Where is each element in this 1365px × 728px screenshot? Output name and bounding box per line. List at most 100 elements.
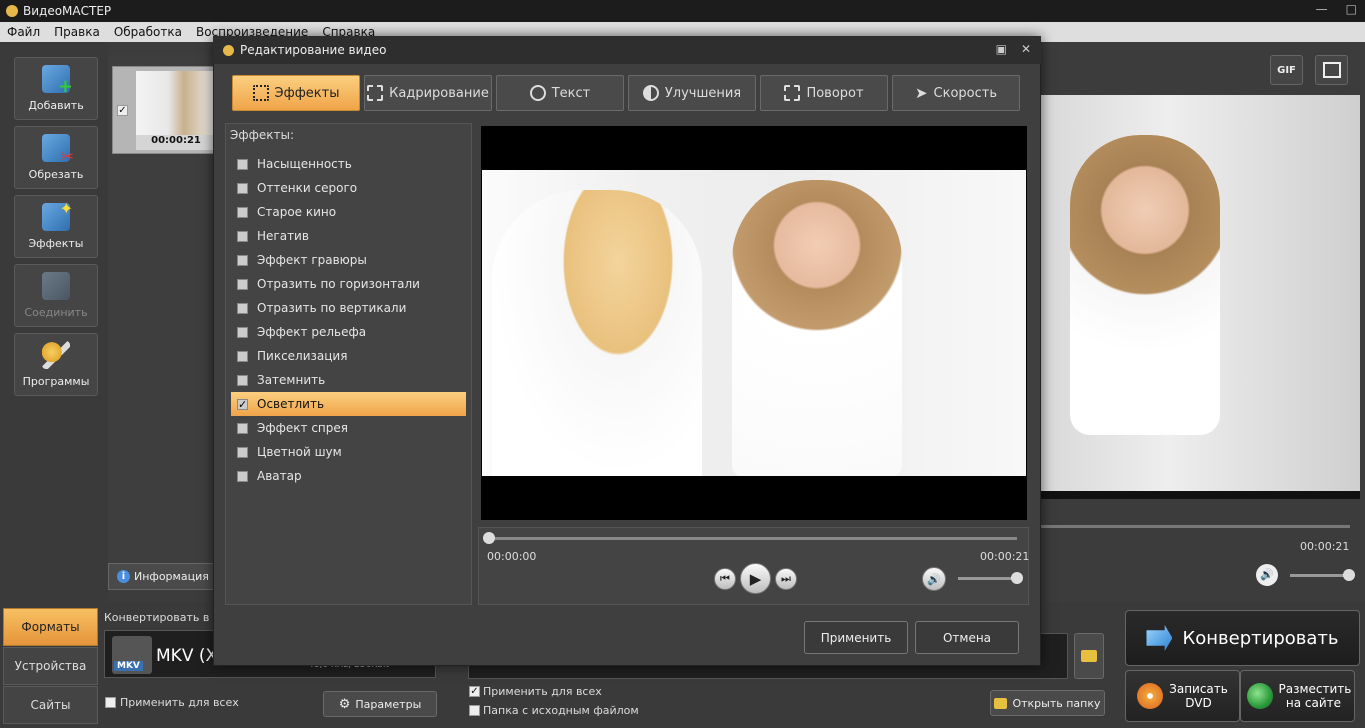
brightness-icon	[642, 85, 659, 101]
effect-checkbox[interactable]	[237, 278, 248, 290]
add-button-label: Добавить	[28, 99, 84, 112]
convert-arrow-icon	[1146, 625, 1173, 651]
file-duration: 00:00:21	[136, 135, 216, 150]
effect-item[interactable]: Цветной шум	[231, 440, 466, 464]
effect-item[interactable]: Эффект гравюры	[231, 248, 466, 272]
cancel-button[interactable]: Отмена	[915, 621, 1019, 654]
tab-devices[interactable]: Устройства	[3, 647, 98, 685]
tab-text[interactable]: Текст	[496, 75, 624, 111]
forward-button[interactable]: ⏭	[775, 568, 797, 590]
effect-item[interactable]: Отразить по горизонтали	[231, 272, 466, 296]
crop-icon	[367, 85, 384, 101]
preview-girl-figure	[1070, 135, 1220, 435]
join-film-icon	[42, 272, 70, 300]
app-logo-icon	[6, 5, 18, 17]
effect-checkbox[interactable]	[237, 230, 248, 242]
add-button[interactable]: + Добавить	[14, 57, 98, 120]
menu-process[interactable]: Обработка	[107, 25, 189, 39]
file-checkbox[interactable]: ✓	[117, 105, 128, 116]
effect-checkbox[interactable]	[237, 350, 248, 362]
dialog-close-icon[interactable]: ✕	[1021, 42, 1031, 56]
effect-checkbox[interactable]	[237, 254, 248, 266]
apply-all-right-checkbox[interactable]: ✓	[469, 686, 480, 697]
dialog-time-start: 00:00:00	[487, 550, 537, 563]
source-folder-checkbox[interactable]	[469, 705, 480, 716]
effect-checkbox[interactable]	[237, 326, 248, 338]
apply-all-left-label: Применить для всех	[120, 696, 239, 709]
tab-speed[interactable]: ➤ Скорость	[892, 75, 1020, 111]
dialog-seek-knob[interactable]	[483, 532, 495, 544]
main-seek-track[interactable]	[1040, 525, 1350, 528]
join-button[interactable]: Соединить	[14, 264, 98, 327]
play-button[interactable]: ▶	[740, 563, 771, 594]
effect-item[interactable]: Насыщенность	[231, 152, 466, 176]
effect-checkbox[interactable]	[237, 158, 248, 170]
gear-icon: ⚙	[338, 696, 351, 712]
fullscreen-button[interactable]	[1315, 55, 1348, 85]
file-thumbnail	[136, 71, 216, 136]
cut-button[interactable]: ✂ Обрезать	[14, 126, 98, 189]
effect-item[interactable]: Старое кино	[231, 200, 466, 224]
effect-item[interactable]: Оттенки серого	[231, 176, 466, 200]
maximize-icon[interactable]: □	[1346, 2, 1357, 16]
browse-folder-button[interactable]	[1074, 633, 1104, 679]
running-man-icon: ➤	[914, 84, 928, 102]
tab-crop[interactable]: Кадрирование	[364, 75, 492, 111]
dialog-maximize-icon[interactable]: ▣	[996, 42, 1007, 56]
effect-checkbox[interactable]	[237, 446, 248, 458]
info-button[interactable]: i Информация	[108, 563, 216, 590]
minimize-icon[interactable]: —	[1316, 2, 1328, 16]
dvd-disc-icon	[1136, 683, 1163, 709]
window-titlebar: ВидеоМАСТЕР — □	[0, 0, 1365, 22]
effect-item[interactable]: Затемнить	[231, 368, 466, 392]
effects-button[interactable]: ✦ Эффекты	[14, 195, 98, 258]
dialog-volume-knob[interactable]	[1011, 572, 1023, 584]
convert-button-label: Конвертировать	[1182, 627, 1339, 649]
tab-enhance[interactable]: Улучшения	[628, 75, 756, 111]
effect-item[interactable]: Аватар	[231, 464, 466, 488]
effect-checkbox[interactable]	[237, 182, 248, 194]
effect-checkbox[interactable]	[237, 470, 248, 482]
apply-all-left-checkbox[interactable]	[105, 697, 116, 708]
play-icon: ▶	[749, 569, 762, 588]
tab-enhance-label: Улучшения	[664, 85, 742, 101]
effect-checkbox[interactable]	[237, 206, 248, 218]
main-volume-icon[interactable]: 🔊	[1256, 564, 1278, 586]
rewind-button[interactable]: ⏮	[714, 568, 736, 590]
dialog-titlebar: Редактирование видео ▣ ✕	[213, 36, 1041, 64]
main-volume-knob[interactable]	[1343, 569, 1355, 581]
tab-rotate[interactable]: Поворот	[760, 75, 888, 111]
dialog-seek-track[interactable]	[487, 537, 1017, 540]
convert-button[interactable]: Конвертировать	[1125, 610, 1360, 666]
effect-checkbox[interactable]	[237, 374, 248, 386]
effect-checkbox[interactable]	[237, 422, 248, 434]
menu-edit[interactable]: Правка	[47, 25, 107, 39]
effect-item[interactable]: Эффект спрея	[231, 416, 466, 440]
dialog-volume-button[interactable]: 🔊	[922, 567, 946, 591]
info-icon: i	[117, 570, 130, 583]
tab-effects-label: Эффекты	[274, 85, 340, 101]
effect-label: Негатив	[257, 229, 309, 243]
effect-checkbox[interactable]: ✓	[237, 398, 248, 410]
text-icon	[529, 85, 546, 101]
burn-dvd-button[interactable]: Записать DVD	[1125, 670, 1240, 722]
effect-item[interactable]: Эффект рельефа	[231, 320, 466, 344]
menu-file[interactable]: Файл	[0, 25, 47, 39]
gif-button[interactable]: GIF	[1270, 55, 1303, 85]
effect-checkbox[interactable]	[237, 302, 248, 314]
programs-button[interactable]: Программы	[14, 333, 98, 396]
publish-label: Разместить на сайте	[1278, 682, 1352, 710]
params-button[interactable]: ⚙ Параметры	[323, 691, 437, 717]
effect-item[interactable]: ✓ Осветлить	[231, 392, 466, 416]
effect-item[interactable]: Негатив	[231, 224, 466, 248]
publish-button[interactable]: Разместить на сайте	[1240, 670, 1355, 722]
tab-sites[interactable]: Сайты	[3, 686, 98, 724]
effect-label: Отразить по вертикали	[257, 301, 407, 315]
effect-item[interactable]: Отразить по вертикали	[231, 296, 466, 320]
rewind-icon: ⏮	[720, 572, 730, 585]
open-folder-button[interactable]: Открыть папку	[990, 690, 1105, 716]
tab-formats[interactable]: Форматы	[3, 608, 98, 646]
tab-effects[interactable]: Эффекты	[232, 75, 360, 111]
effect-item[interactable]: Пикселизация	[231, 344, 466, 368]
apply-button[interactable]: Применить	[804, 621, 908, 654]
